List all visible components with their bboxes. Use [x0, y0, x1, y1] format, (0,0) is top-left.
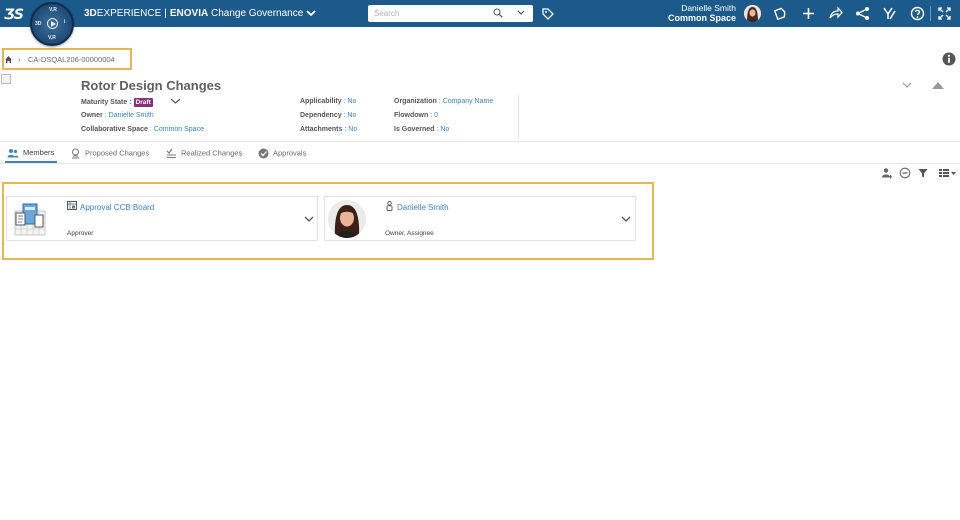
tag-icon[interactable] — [541, 7, 555, 21]
object-thumbnail — [1, 74, 11, 84]
search-options-chevron-icon[interactable] — [516, 7, 526, 17]
home-icon[interactable] — [4, 55, 13, 64]
realized-changes-icon — [166, 148, 176, 158]
organization-attr: Organization : Company Name — [394, 98, 494, 105]
owner-attr: Owner : Danielle Smith — [81, 112, 154, 119]
chevron-down-icon[interactable] — [304, 215, 314, 223]
user-info[interactable]: Danielle Smith Common Space — [668, 3, 736, 24]
proposed-changes-icon — [72, 148, 79, 159]
app-menu-chevron-icon[interactable] — [306, 10, 316, 17]
attachments-link[interactable]: No — [348, 126, 357, 133]
tab-realized-changes[interactable]: Realized Changes — [166, 148, 242, 159]
search-icon[interactable] — [493, 8, 503, 18]
svg-text:ƷS: ƷS — [4, 7, 24, 23]
member-card[interactable]: Approval CCB Board Approver — [6, 196, 318, 241]
tab-proposed-changes[interactable]: Proposed Changes — [70, 148, 149, 159]
applicability-link[interactable]: No — [347, 98, 356, 105]
members-icon — [7, 149, 19, 158]
dependency-attr: Dependency : No — [300, 112, 357, 119]
user-name: Danielle Smith — [681, 3, 736, 13]
brand-title: 3DEXPERIENCE | ENOVIA Change Governance — [84, 8, 316, 19]
filter-icon[interactable] — [917, 167, 929, 179]
add-member-icon[interactable] — [881, 167, 893, 179]
organization-link[interactable]: Company Name — [443, 98, 494, 105]
flowdown-attr: Flowdown : 0 — [394, 112, 438, 119]
compass-icon[interactable]: V,R 3D i V,R — [30, 2, 74, 46]
collapse-header-icon[interactable] — [931, 80, 945, 90]
app-name[interactable]: Change Governance — [211, 8, 303, 19]
chevron-down-icon[interactable] — [621, 215, 631, 223]
member-card[interactable]: Danielle Smith Owner, Assignee — [324, 196, 636, 241]
route-template-icon — [14, 203, 46, 236]
flowdown-link[interactable]: 0 — [434, 112, 438, 119]
breadcrumb-separator: › — [18, 55, 21, 64]
tools-icon[interactable] — [882, 6, 897, 21]
remove-icon[interactable] — [899, 167, 911, 179]
toolbar-divider — [930, 6, 931, 21]
help-icon[interactable] — [910, 6, 925, 21]
tab-approvals[interactable]: Approvals — [258, 148, 306, 159]
info-icon[interactable] — [942, 52, 956, 66]
applicability-attr: Applicability : No — [300, 98, 357, 105]
tabs-separator — [0, 163, 960, 164]
is-governed-attr: Is Governed : No — [394, 126, 450, 133]
search-box[interactable]: Search — [368, 5, 533, 22]
member-name[interactable]: Danielle Smith — [397, 203, 449, 212]
expand-chevron-icon[interactable] — [901, 80, 913, 90]
status-badge[interactable]: Draft — [133, 98, 153, 107]
route-icon — [67, 201, 77, 210]
collaborative-space-attr: Collaborative Space : Common Space — [81, 126, 204, 133]
approvals-icon — [258, 148, 269, 159]
fullscreen-icon[interactable] — [937, 6, 952, 21]
member-avatar — [328, 200, 366, 238]
top-bar: ƷS 3DEXPERIENCE | ENOVIA Change Governance… — [0, 0, 960, 27]
view-options-icon[interactable] — [938, 167, 956, 179]
person-icon — [386, 201, 393, 211]
tab-members[interactable]: Members — [7, 148, 54, 158]
attachments-attr: Attachments : No — [300, 126, 358, 133]
user-avatar[interactable] — [744, 5, 761, 22]
member-role: Approver — [67, 230, 94, 237]
network-share-icon[interactable] — [855, 6, 870, 21]
maturity-state-attr: Maturity State : Draft — [81, 98, 153, 107]
dependency-link[interactable]: No — [347, 112, 356, 119]
maturity-chevron-icon[interactable] — [170, 97, 181, 105]
space-link[interactable]: Common Space — [154, 126, 204, 133]
header-separator — [0, 141, 960, 142]
share-icon[interactable] — [773, 6, 788, 21]
forward-icon[interactable] — [828, 6, 843, 21]
owner-link[interactable]: Danielle Smith — [109, 112, 154, 119]
governed-link[interactable]: No — [440, 126, 449, 133]
user-space: Common Space — [667, 13, 736, 23]
3ds-logo-icon[interactable]: ƷS — [4, 4, 26, 24]
search-input[interactable]: Search — [374, 9, 399, 18]
member-role: Owner, Assignee — [385, 230, 434, 237]
member-name[interactable]: Approval CCB Board — [80, 203, 154, 212]
header-divider — [518, 95, 519, 138]
breadcrumb-item[interactable]: CA-DSQAL206-00000004 — [28, 55, 115, 64]
page-title: Rotor Design Changes — [81, 78, 222, 93]
compass-play-icon — [47, 18, 58, 29]
add-icon[interactable] — [801, 6, 816, 21]
